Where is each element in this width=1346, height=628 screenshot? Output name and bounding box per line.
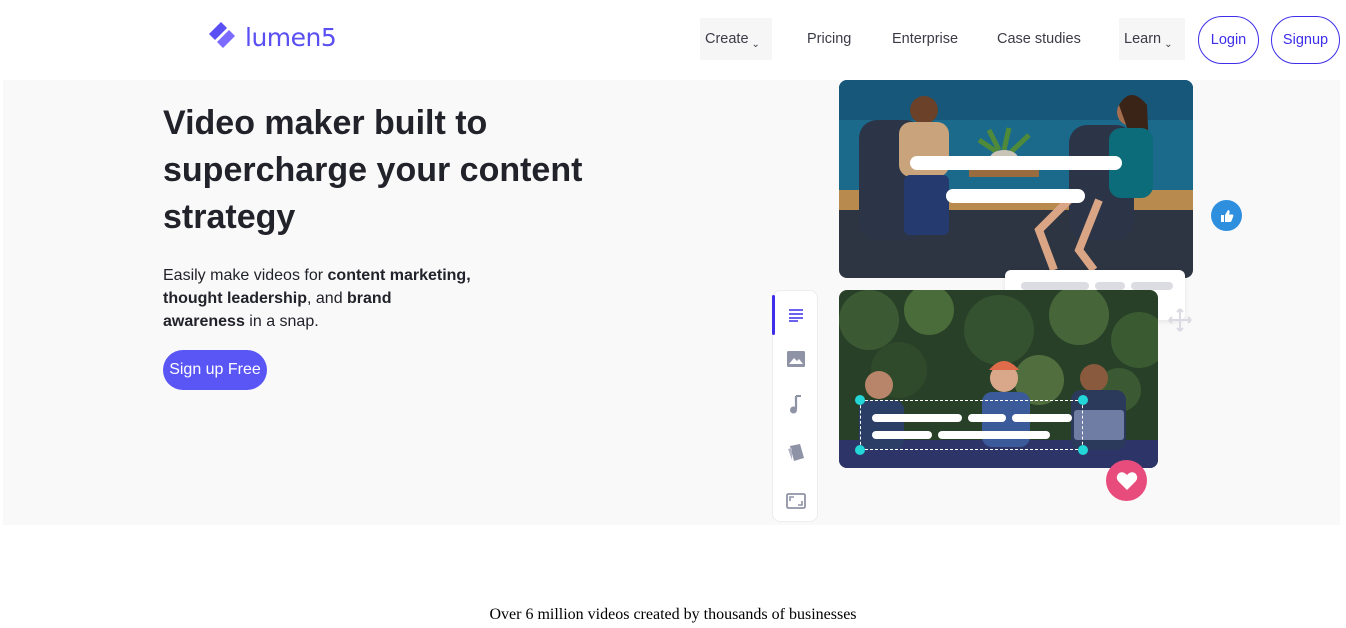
resize-tool[interactable] [773,479,819,523]
hero-subtext: Easily make videos for content marketing… [163,264,473,333]
nav-create-label: Create [705,31,749,47]
chevron-down-icon: ⌄ [751,38,760,50]
nav-enterprise-label: Enterprise [892,31,959,47]
meeting-scene-image [839,80,1193,278]
hero-headline: Video maker built to supercharge your co… [163,104,583,236]
text-icon [789,309,803,322]
lumen5-logo-icon [209,22,235,48]
selection-box[interactable] [860,400,1083,450]
like-badge [1211,200,1242,231]
move-icon[interactable] [1168,308,1192,337]
style-tool[interactable] [773,431,819,475]
nav-create[interactable]: Create ⌄ [700,18,772,60]
caption-line [968,414,1006,422]
chevron-down-icon: ⌄ [1164,38,1173,50]
caption-line [946,189,1085,203]
nav-pricing[interactable]: Pricing [807,18,851,60]
music-icon [790,395,801,414]
style-icon [788,444,804,461]
resize-handle[interactable] [855,395,865,405]
music-tool[interactable] [773,383,819,427]
heart-badge [1106,460,1147,501]
image-tool[interactable] [773,337,819,381]
thumbs-up-icon [1220,209,1233,222]
subtext-mid: , and [307,290,348,307]
caption-line [910,156,1122,170]
signup-button[interactable]: Signup [1271,16,1340,64]
caption-line [1012,414,1072,422]
subtext-intro: Easily make videos for [163,267,328,284]
placeholder-line [1131,282,1173,290]
placeholder-line [1095,282,1125,290]
caption-line [872,431,932,439]
resize-handle[interactable] [855,445,865,455]
stats-text: Over 6 million videos created by thousan… [489,606,857,623]
nav-case-studies-label: Case studies [997,31,1081,47]
text-tool[interactable] [772,293,819,337]
nav-learn[interactable]: Learn ⌄ [1119,18,1185,60]
subtext-end: in a snap. [244,313,319,330]
resize-icon [786,493,806,509]
resize-handle[interactable] [1078,445,1088,455]
image-icon [787,351,805,367]
logo[interactable]: lumen5 [205,20,337,54]
caption-line [872,414,962,422]
nav-pricing-label: Pricing [807,31,852,47]
caption-line [938,431,1050,439]
nav-enterprise[interactable]: Enterprise [892,18,958,60]
nav-case-studies[interactable]: Case studies [997,18,1081,60]
logo-text: lumen5 [245,22,337,52]
nav-learn-label: Learn [1124,31,1162,47]
site-header: lumen5 Create ⌄ Pricing Enterprise Case … [0,0,1346,80]
signup-free-button[interactable]: Sign up Free [163,350,267,390]
resize-handle[interactable] [1078,395,1088,405]
login-button[interactable]: Login [1198,16,1259,64]
editor-toolbar [772,290,818,522]
placeholder-line [1021,282,1089,290]
heart-icon [1116,471,1137,490]
meeting-photo [839,80,1193,278]
